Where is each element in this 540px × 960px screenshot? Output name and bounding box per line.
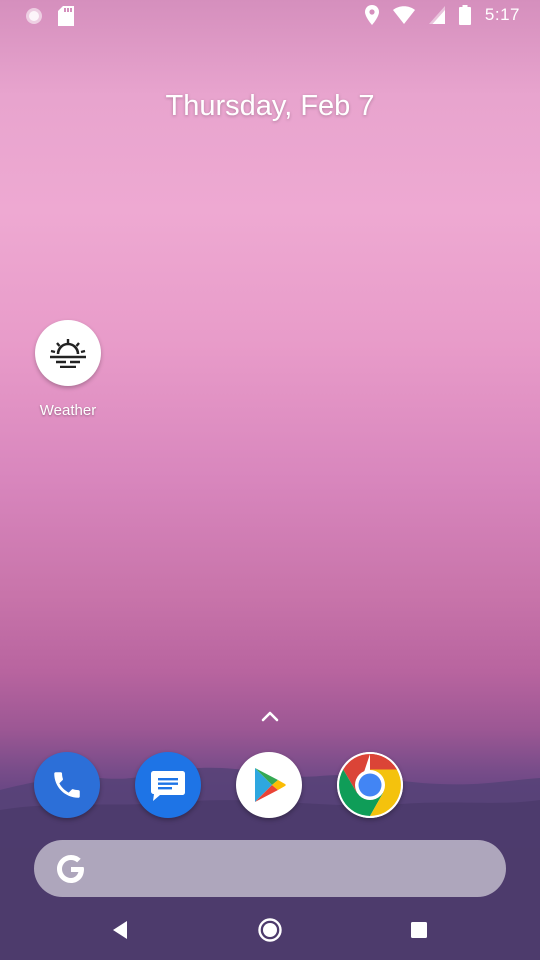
back-button[interactable] <box>106 916 134 944</box>
status-bar: 5:17 <box>0 0 540 34</box>
chevron-up-icon[interactable] <box>259 706 281 726</box>
google-search-bar[interactable] <box>34 840 506 897</box>
weather-sunrise-icon <box>50 339 86 368</box>
play-store-icon <box>255 768 286 802</box>
chrome-icon <box>337 752 403 818</box>
app-weather[interactable]: Weather <box>18 320 118 419</box>
dock-play-store-button[interactable] <box>236 752 302 818</box>
status-bar-right: 5:17 <box>364 5 520 25</box>
recents-icon <box>411 922 427 938</box>
recents-button[interactable] <box>405 916 433 944</box>
status-bar-left <box>24 6 74 26</box>
phone-icon <box>54 772 80 798</box>
cell-signal-icon <box>428 6 445 24</box>
messages-icon <box>151 771 185 801</box>
back-icon <box>113 921 127 939</box>
sd-card-icon <box>58 6 74 26</box>
home-icon <box>258 918 282 942</box>
location-icon <box>364 5 379 25</box>
battery-icon <box>458 5 471 25</box>
dock-messages-button[interactable] <box>135 752 201 818</box>
notification-dot-icon <box>26 8 42 24</box>
wifi-icon <box>392 6 415 24</box>
status-time: 5:17 <box>484 5 520 24</box>
dock-chrome-button[interactable] <box>337 752 403 818</box>
home-button[interactable] <box>256 916 284 944</box>
dock-phone-button[interactable] <box>34 752 100 818</box>
google-g-icon <box>57 855 84 883</box>
weather-app-icon-circle[interactable] <box>35 320 101 386</box>
date-widget[interactable]: Thursday, Feb 7 <box>0 90 540 123</box>
app-label-weather: Weather <box>39 402 97 419</box>
navigation-bar <box>0 900 540 960</box>
